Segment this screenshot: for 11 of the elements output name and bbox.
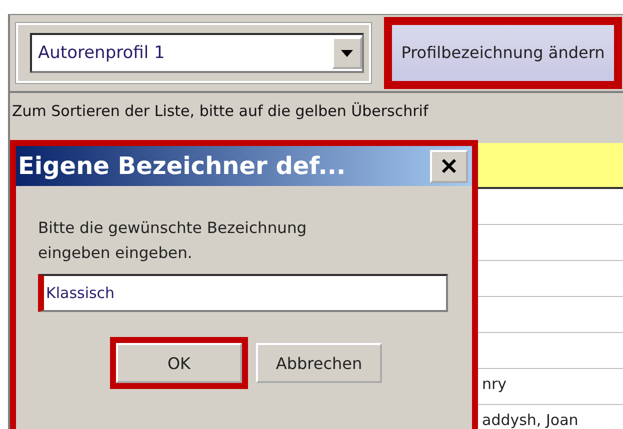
profile-dropdown[interactable]: Autorenprofil 1: [30, 33, 364, 73]
table-cell: nry: [482, 375, 507, 393]
rename-profile-button[interactable]: Profilbezeichnung ändern: [392, 25, 614, 81]
table-cell: addysh, Joan: [482, 411, 578, 429]
close-button[interactable]: [430, 150, 468, 182]
dialog-message: Bitte die gewünschte Bezeichnung eingeben eingeben.: [38, 218, 308, 264]
dialog-button[interactable]: Abbrechen: [256, 343, 382, 383]
close-icon: [441, 158, 457, 174]
sort-hint-text: Zum Sortieren der Liste, bitte auf die gelben Überschrif: [12, 102, 428, 120]
dialog-title: Eigene Bezeichner def...: [18, 152, 346, 180]
name-input-field[interactable]: Klassisch: [38, 274, 448, 312]
